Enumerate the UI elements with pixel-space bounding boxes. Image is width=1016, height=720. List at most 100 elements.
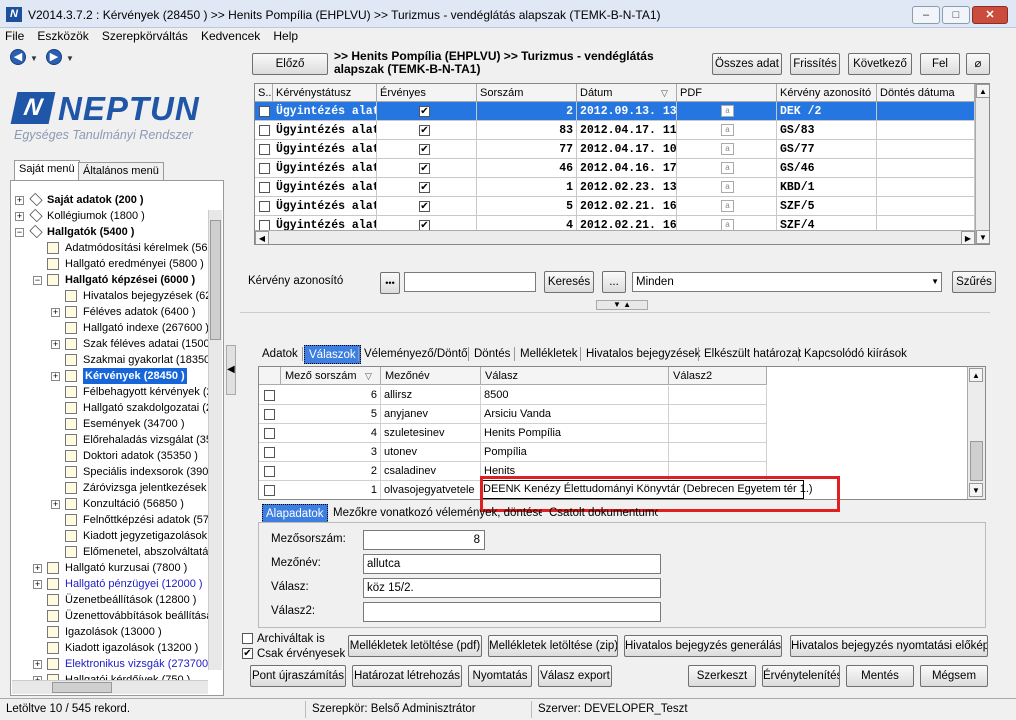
- tab-resolution[interactable]: Elkészült határozat: [700, 345, 805, 364]
- table-row[interactable]: 5 anyjanev Arsiciu Vanda: [259, 405, 767, 424]
- tree-item[interactable]: Események (34700 ): [11, 416, 209, 432]
- official-entry-print-preview-button[interactable]: Hivatalos bejegyzés nyomtatási előkép: [790, 635, 988, 657]
- grid-header[interactable]: S...: [255, 84, 273, 102]
- menu-tools[interactable]: Eszközök: [32, 28, 93, 44]
- pdf-icon[interactable]: a: [721, 162, 734, 174]
- menu-role-switch[interactable]: Szerepkörváltás: [97, 28, 193, 44]
- tree-item[interactable]: + Féléves adatok (6400 ): [11, 304, 209, 320]
- answers-grid-header[interactable]: Mezőnév: [381, 367, 481, 385]
- table-row[interactable]: Ügyintézés alatt ✔ 772012.04.17. 10:51 a GS/…: [255, 140, 975, 159]
- tab-related-calls[interactable]: Kapcsolódó kiírások: [800, 345, 911, 364]
- table-row[interactable]: Ügyintézés alatt ✔ 52012.02.21. 16:52 a SZF/…: [255, 197, 975, 216]
- table-row[interactable]: 6 allirsz 8500: [259, 386, 767, 405]
- tree-item[interactable]: + Hallgató pénzügyei (12000 ): [11, 576, 209, 592]
- table-row[interactable]: 3 utonev Pompília: [259, 443, 767, 462]
- answers-grid-header[interactable]: [259, 367, 281, 385]
- archived-checkbox-row[interactable]: Archiváltak is: [242, 633, 325, 645]
- tab-field-opinions[interactable]: Mezőkre vonatkozó vélemények, döntések: [330, 504, 542, 523]
- row-select-checkbox[interactable]: [264, 390, 275, 401]
- up-button[interactable]: Fel: [920, 53, 960, 75]
- tree-item[interactable]: Üzenetbeállítások (12800 ): [11, 592, 209, 608]
- tree-item[interactable]: Hivatalos bejegyzések (62000 ): [11, 288, 209, 304]
- tree-vertical-scrollbar[interactable]: [208, 210, 222, 670]
- row-select-checkbox[interactable]: [259, 144, 270, 155]
- expand-icon[interactable]: +: [33, 580, 42, 589]
- forward-dropdown-icon[interactable]: ▼: [66, 54, 74, 63]
- close-button[interactable]: ✕: [972, 6, 1008, 24]
- answers-grid-scrollbar[interactable]: ▲ ▼: [967, 367, 985, 499]
- tree-item[interactable]: − Hallgatók (5400 ): [11, 224, 209, 240]
- tab-data[interactable]: Adatok: [258, 345, 302, 364]
- row-select-checkbox[interactable]: [264, 409, 275, 420]
- pdf-icon[interactable]: a: [721, 200, 734, 212]
- table-row[interactable]: Ügyintézés alatt ✔ 462012.04.16. 17:03 a GS/…: [255, 159, 975, 178]
- collapse-icon[interactable]: −: [33, 276, 42, 285]
- collapse-icon[interactable]: −: [15, 228, 24, 237]
- search-options-button[interactable]: ...: [602, 271, 626, 293]
- tree-item[interactable]: + Saját adatok (200 ): [11, 192, 209, 208]
- valid-only-checkbox-row[interactable]: ✔ Csak érvényesek: [242, 648, 345, 660]
- tree-item[interactable]: + Elektronikus vizsgák (273700 ): [11, 656, 209, 672]
- download-attachments-zip-button[interactable]: Mellékletek letöltése (zip): [488, 635, 618, 657]
- pin-icon[interactable]: ⌀: [966, 53, 990, 75]
- row-select-checkbox[interactable]: [259, 106, 270, 117]
- answer-input[interactable]: köz 15/2.: [363, 578, 661, 598]
- answers-grid-header[interactable]: Válasz2: [669, 367, 767, 385]
- all-data-button[interactable]: Összes adat: [712, 53, 782, 75]
- back-dropdown-icon[interactable]: ▼: [30, 54, 38, 63]
- tree-item[interactable]: + Kérvények (28450 ): [11, 368, 209, 384]
- cancel-button[interactable]: Mégsem: [920, 665, 988, 687]
- tree-item[interactable]: + Hallgató kurzusai (7800 ): [11, 560, 209, 576]
- panel-collapse-toggle[interactable]: ▼ ▲: [596, 300, 648, 310]
- tree-item[interactable]: Előrehaladás vizsgálat (35000 ): [11, 432, 209, 448]
- tree-item[interactable]: Előmenetel, abszolváltatás: [11, 544, 209, 560]
- answer-export-button[interactable]: Válasz export: [538, 665, 612, 687]
- filter-button[interactable]: Szűrés: [952, 271, 996, 293]
- menu-help[interactable]: Help: [268, 28, 303, 44]
- row-select-checkbox[interactable]: [264, 466, 275, 477]
- tree-item[interactable]: Igazolások (13000 ): [11, 624, 209, 640]
- download-attachments-pdf-button[interactable]: Mellékletek letöltése (pdf): [348, 635, 482, 657]
- answer2-input[interactable]: [363, 602, 661, 622]
- pdf-icon[interactable]: a: [721, 143, 734, 155]
- expand-icon[interactable]: +: [51, 372, 60, 381]
- expand-icon[interactable]: +: [33, 564, 42, 573]
- collapse-left-icon[interactable]: ◀: [227, 364, 235, 375]
- recalculate-points-button[interactable]: Pont újraszámítás: [250, 665, 346, 687]
- request-id-input[interactable]: [404, 272, 536, 292]
- pdf-icon[interactable]: a: [721, 124, 734, 136]
- menu-favorites[interactable]: Kedvencek: [196, 28, 265, 44]
- maximize-button[interactable]: □: [942, 6, 970, 24]
- tab-official-entries[interactable]: Hivatalos bejegyzések: [582, 345, 704, 364]
- back-arrow-icon[interactable]: ◀: [10, 49, 26, 65]
- save-button[interactable]: Mentés: [846, 665, 914, 687]
- forward-arrow-icon[interactable]: ▶: [46, 49, 62, 65]
- tree-item[interactable]: Kiadott igazolások (13200 ): [11, 640, 209, 656]
- panel-splitter[interactable]: ◀: [226, 345, 236, 395]
- grid-header[interactable]: Érvényes: [377, 84, 477, 102]
- tree-item[interactable]: Kiadott jegyzetigazolások: [11, 528, 209, 544]
- grid-header[interactable]: Kérvénystátusz: [273, 84, 377, 102]
- next-button[interactable]: Következő: [848, 53, 912, 75]
- expand-icon[interactable]: +: [51, 340, 60, 349]
- prev-button[interactable]: Előző: [252, 53, 328, 75]
- expand-icon[interactable]: +: [15, 212, 24, 221]
- tab-basic-data[interactable]: Alapadatok: [262, 504, 328, 523]
- tree-item[interactable]: Felnőttképzési adatok (57000 ): [11, 512, 209, 528]
- tree-item[interactable]: Hallgató indexe (267600 ): [11, 320, 209, 336]
- menu-file[interactable]: File: [0, 28, 29, 44]
- print-button[interactable]: Nyomtatás: [468, 665, 532, 687]
- pdf-icon[interactable]: a: [721, 105, 734, 117]
- tab-attachments[interactable]: Mellékletek: [516, 345, 582, 364]
- tree-item[interactable]: + Konzultáció (56850 ): [11, 496, 209, 512]
- invalidate-button[interactable]: Érvénytelenítés: [762, 665, 840, 687]
- expand-icon[interactable]: +: [51, 308, 60, 317]
- table-row[interactable]: Ügyintézés alatt ✔ 12012.02.23. 13:55 a KBD/…: [255, 178, 975, 197]
- tree-item[interactable]: Hallgató szakdolgozatai (28500 ): [11, 400, 209, 416]
- tree-horizontal-scrollbar[interactable]: [12, 680, 208, 694]
- filter-select[interactable]: Minden ▼: [632, 272, 942, 292]
- expand-icon[interactable]: +: [51, 500, 60, 509]
- table-row[interactable]: Ügyintézés alatt ✔ 832012.04.17. 11:55 a GS/…: [255, 121, 975, 140]
- search-button[interactable]: Keresés: [544, 271, 594, 293]
- tree-item[interactable]: + Szak féléves adatai (15000 ): [11, 336, 209, 352]
